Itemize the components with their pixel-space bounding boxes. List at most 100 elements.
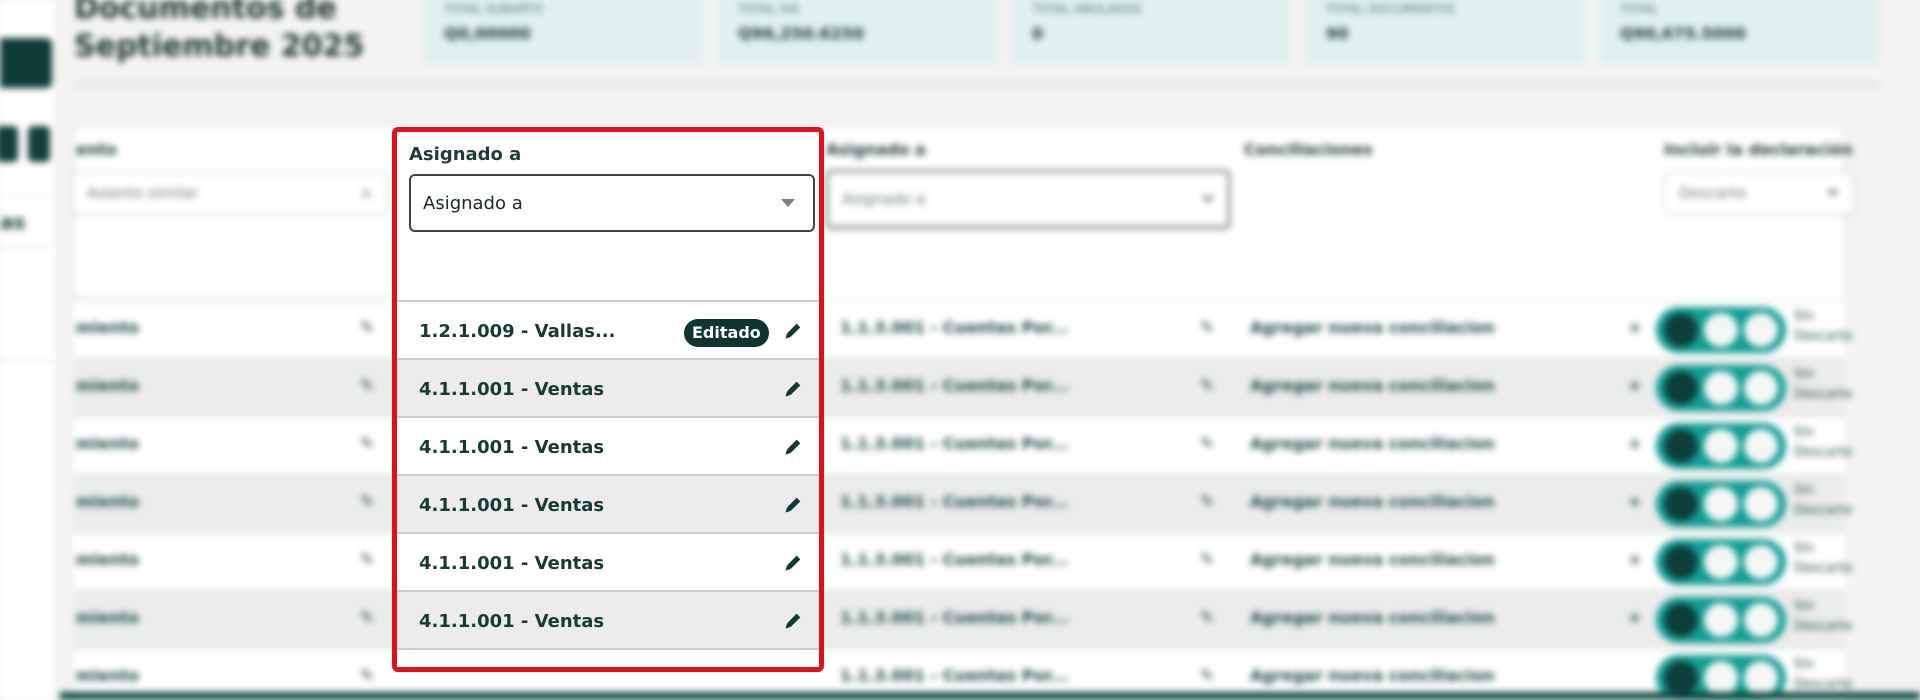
asiento-cell: miento — [76, 550, 140, 569]
bottom-bar — [60, 692, 1920, 700]
plus-icon[interactable]: + — [1628, 492, 1641, 511]
column-header-asignado: Asignado a — [826, 140, 926, 159]
asignado-column-highlight: Asignado a Asignado a 1.2.1.009 - Vallas… — [392, 127, 824, 672]
pencil-icon[interactable]: ✎ — [360, 666, 374, 686]
app-screen: as Documentos de Septiembre 2025 TOTAL S… — [0, 0, 1920, 700]
kpi-card: TOTAL IVA Q96,250.6250 — [718, 0, 996, 64]
toggle-label: Sin Descarte — [1794, 657, 1853, 692]
table-row: 1.2.1.009 - Vallas... Editado — [397, 300, 819, 358]
pencil-icon[interactable]: ✎ — [1200, 492, 1214, 512]
incluir-filter[interactable]: Descarte — [1664, 172, 1854, 214]
asiento-cell: miento — [76, 608, 140, 627]
pencil-icon[interactable] — [782, 493, 804, 517]
include-toggle[interactable] — [1656, 365, 1786, 411]
column-header-asignado: Asignado a — [409, 144, 522, 165]
left-nav-button[interactable] — [0, 126, 18, 162]
left-panel-button[interactable] — [0, 38, 52, 88]
pencil-icon[interactable]: ✎ — [360, 492, 374, 512]
column-header-asiento: ento — [76, 140, 117, 159]
conciliacion-link[interactable]: Agregar nueva conciliacion — [1250, 492, 1495, 511]
asignado-filter[interactable]: Asignado a — [826, 170, 1230, 228]
asignado-cell: 1.1.3.001 - Cuentas Por... — [840, 666, 1069, 685]
pencil-icon[interactable] — [782, 435, 804, 459]
kpi-label: TOTAL IVA — [738, 2, 800, 16]
plus-icon[interactable]: + — [1628, 608, 1641, 627]
pencil-icon[interactable]: ✎ — [1200, 550, 1214, 570]
asiento-cell: miento — [76, 434, 140, 453]
pencil-icon[interactable]: ✎ — [360, 434, 374, 454]
chevron-down-icon — [1827, 189, 1839, 197]
conciliacion-link[interactable]: Agregar nueva conciliacion — [1250, 318, 1495, 337]
conciliacion-link[interactable]: Agregar nueva conciliacion — [1250, 666, 1495, 685]
kpi-value: 90 — [1326, 24, 1349, 43]
asignado-cell: 4.1.1.001 - Ventas — [419, 495, 605, 516]
select-value: Asignado a — [423, 192, 523, 214]
include-toggle[interactable] — [1656, 539, 1786, 585]
conciliacion-link[interactable]: Agregar nueva conciliacion — [1250, 608, 1495, 627]
table-row: miento ✎ 1.1.3.001 - Cuentas Por... ✎ Ag… — [74, 590, 1852, 648]
pencil-icon[interactable]: ✎ — [1200, 318, 1214, 338]
asiento-cell: miento — [76, 492, 140, 511]
asiento-cell: miento — [76, 666, 140, 685]
pencil-icon[interactable] — [782, 377, 804, 401]
pencil-icon[interactable]: ✎ — [360, 318, 374, 338]
asignado-cell: 1.1.3.001 - Cuentas Por... — [840, 608, 1069, 627]
toggle-label: Sin Descarte — [1794, 425, 1853, 460]
table-row: 4.1.1.001 - Ventas — [397, 416, 819, 474]
include-toggle[interactable] — [1656, 307, 1786, 353]
left-nav-button[interactable] — [28, 126, 50, 162]
kpi-label: TOTAL ANULADOS — [1032, 2, 1142, 16]
table-row: 4.1.1.001 - Ventas — [397, 474, 819, 532]
conciliacion-link[interactable]: Agregar nueva conciliacion — [1250, 376, 1495, 395]
table-row — [397, 648, 819, 667]
conciliacion-link[interactable]: Agregar nueva conciliacion — [1250, 550, 1495, 569]
include-toggle[interactable] — [1656, 481, 1786, 527]
pencil-icon[interactable]: ✎ — [360, 608, 374, 628]
column-header-conciliaciones: Conciliaciones — [1244, 140, 1373, 159]
plus-icon[interactable]: + — [1628, 318, 1641, 337]
plus-icon[interactable]: + — [1628, 550, 1641, 569]
asignado-cell: 1.1.3.001 - Cuentas Por... — [840, 492, 1069, 511]
pencil-icon[interactable]: ✎ — [360, 376, 374, 396]
kpi-card: TOTAL SUBARTO Q0,00000 — [424, 0, 702, 64]
pencil-icon[interactable]: ✎ — [1200, 434, 1214, 454]
chevron-down-icon — [781, 199, 795, 207]
table-row: 4.1.1.001 - Ventas — [397, 358, 819, 416]
plus-icon[interactable]: + — [1628, 376, 1641, 395]
table-row: miento ✎ 1.1.3.001 - Cuentas Por... ✎ Ag… — [74, 300, 1852, 358]
asignado-cell: 1.1.3.001 - Cuentas Por... — [840, 318, 1069, 337]
pencil-icon[interactable] — [782, 319, 804, 343]
pencil-icon[interactable]: ✎ — [1200, 608, 1214, 628]
blurred-background: as Documentos de Septiembre 2025 TOTAL S… — [0, 0, 1920, 700]
asignado-cell: 1.1.3.001 - Cuentas Por... — [840, 550, 1069, 569]
include-toggle[interactable] — [1656, 597, 1786, 643]
asignado-cell: 4.1.1.001 - Ventas — [419, 437, 605, 458]
filter-placeholder: Descarte — [1679, 184, 1747, 202]
asignado-cell: 1.1.3.001 - Cuentas Por... — [840, 434, 1069, 453]
divider — [0, 360, 54, 361]
close-icon[interactable]: × — [360, 184, 373, 203]
kpi-label: TOTAL — [1620, 2, 1659, 16]
pencil-icon[interactable]: ✎ — [1200, 376, 1214, 396]
toggle-label: Sin Descarte — [1794, 309, 1853, 344]
table-row: 4.1.1.001 - Ventas — [397, 590, 819, 648]
toggle-label: Sin Descarte — [1794, 541, 1853, 576]
left-panel: as — [0, 0, 54, 700]
pencil-icon[interactable]: ✎ — [360, 550, 374, 570]
plus-icon[interactable]: + — [1628, 434, 1641, 453]
table-row: miento ✎ 1.1.3.001 - Cuentas Por... ✎ Ag… — [74, 532, 1852, 590]
include-toggle[interactable] — [1656, 423, 1786, 469]
pencil-icon[interactable] — [782, 609, 804, 633]
column-header-incluir: Incluir la declaración — [1664, 140, 1853, 159]
kpi-value: 0 — [1032, 24, 1044, 43]
asignado-filter-select[interactable]: Asignado a — [409, 174, 815, 232]
table-row: 4.1.1.001 - Ventas — [397, 532, 819, 590]
asiento-filter[interactable]: Asiento similar × — [72, 172, 388, 214]
pencil-icon[interactable]: ✎ — [1200, 666, 1214, 686]
conciliacion-link[interactable]: Agregar nueva conciliacion — [1250, 434, 1495, 453]
asignado-cell: 4.1.1.001 - Ventas — [419, 379, 605, 400]
pencil-icon[interactable] — [782, 551, 804, 575]
divider — [0, 246, 54, 247]
kpi-card: TOTAL ANULADOS 0 — [1012, 0, 1290, 64]
table-row: miento ✎ 1.1.3.001 - Cuentas Por... ✎ Ag… — [74, 358, 1852, 416]
